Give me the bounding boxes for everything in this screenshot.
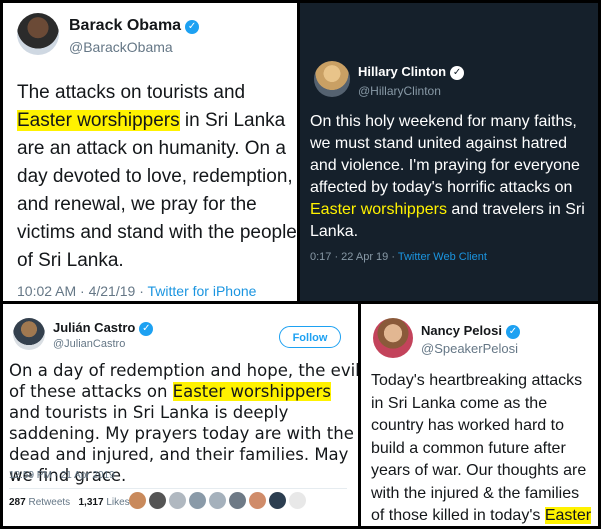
tweet-castro: Julián Castro ✓ @JulianCastro Follow On a… <box>3 304 358 526</box>
source-link[interactable]: Twitter Web Client <box>398 251 487 263</box>
liker-avatar[interactable] <box>229 492 246 509</box>
tweet-clinton: Hillary Clinton ✓ @HillaryClinton On this… <box>300 3 598 301</box>
liker-avatar[interactable] <box>129 492 146 509</box>
tweet-text-part: Today's heartbreaking attacks in Sri Lan… <box>371 372 587 524</box>
likes-count[interactable]: 1,317 <box>79 497 104 508</box>
tweet-text-part: in Sri Lanka are an attack on humanity. … <box>17 110 297 271</box>
follow-button[interactable]: Follow <box>279 326 341 348</box>
author-handle[interactable]: @BarackObama <box>69 39 173 55</box>
tweet-meta: 0:17 · 22 Apr 19 · Twitter Web Client <box>310 251 487 263</box>
author-handle[interactable]: @JulianCastro <box>53 338 125 350</box>
retweets-label[interactable]: Retweets <box>28 497 70 508</box>
author-name-text[interactable]: Julián Castro <box>53 320 135 335</box>
tweet-text: Today's heartbreaking attacks in Sri Lan… <box>371 370 596 526</box>
tweet-text-part: The attacks on tourists and <box>17 82 246 103</box>
tweet-text: The attacks on tourists and Easter worsh… <box>17 79 297 275</box>
liker-avatar[interactable] <box>289 492 306 509</box>
timestamp[interactable]: 10:02 AM · 4/21/19 · <box>17 283 148 299</box>
author-name[interactable]: Nancy Pelosi ✓ <box>421 323 520 339</box>
author-name-text[interactable]: Nancy Pelosi <box>421 323 502 338</box>
author-name[interactable]: Julián Castro ✓ <box>53 320 154 336</box>
retweets-count[interactable]: 287 <box>9 497 26 508</box>
highlighted-text: Easter worshippers <box>172 382 331 401</box>
author-name[interactable]: Hillary Clinton ✓ <box>358 64 465 80</box>
tweet-text-part: On this holy weekend for many faiths, we… <box>310 113 580 196</box>
author-name-text[interactable]: Barack Obama <box>69 17 181 34</box>
engagement-counts: 287 Retweets 1,317 Likes <box>9 497 130 508</box>
timestamp[interactable]: 0:17 · 22 Apr 19 · <box>310 251 398 263</box>
liker-avatar[interactable] <box>189 492 206 509</box>
avatar[interactable] <box>373 318 413 358</box>
author-name-text[interactable]: Hillary Clinton <box>358 64 446 79</box>
divider <box>9 488 347 489</box>
verified-icon: ✓ <box>139 322 154 336</box>
liker-avatar[interactable] <box>269 492 286 509</box>
likes-label[interactable]: Likes <box>106 497 129 508</box>
timestamp[interactable]: 12:59 PM - 21 Apr 2019 <box>9 470 115 481</box>
tweet-text: On this holy weekend for many faiths, we… <box>310 111 596 243</box>
author-handle[interactable]: @SpeakerPelosi <box>421 341 518 356</box>
avatar[interactable] <box>314 61 350 97</box>
tweet-obama: Barack Obama ✓ @BarackObama The attacks o… <box>3 3 297 301</box>
verified-icon: ✓ <box>185 20 200 34</box>
avatar[interactable] <box>13 318 45 350</box>
author-name[interactable]: Barack Obama ✓ <box>69 17 200 35</box>
liker-avatar[interactable] <box>209 492 226 509</box>
avatar[interactable] <box>17 13 59 55</box>
highlighted-text: Easter worshippers <box>17 110 180 131</box>
liker-avatar[interactable] <box>169 492 186 509</box>
liker-avatar[interactable] <box>149 492 166 509</box>
author-handle[interactable]: @HillaryClinton <box>358 84 441 98</box>
tweet-meta: 10:02 AM · 4/21/19 · Twitter for iPhone <box>17 283 256 299</box>
verified-icon: ✓ <box>505 325 520 339</box>
liker-avatar[interactable] <box>249 492 266 509</box>
tweet-pelosi: Nancy Pelosi ✓ @SpeakerPelosi Today's hea… <box>361 304 598 526</box>
highlighted-text: Easter worshippers <box>310 201 447 218</box>
source-link[interactable]: Twitter for iPhone <box>148 283 257 299</box>
verified-icon: ✓ <box>450 66 465 80</box>
tweet-text: On a day of redemption and hope, the evi… <box>9 360 358 486</box>
